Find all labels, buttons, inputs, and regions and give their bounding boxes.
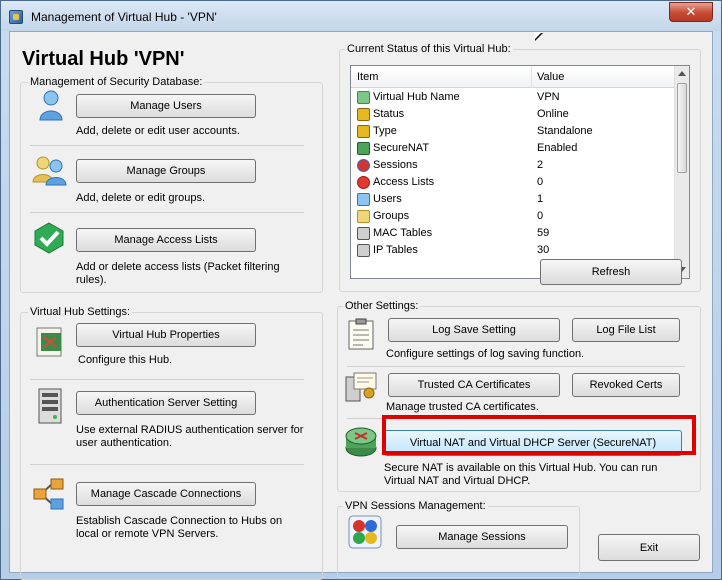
row-item: Type: [373, 125, 397, 137]
mac-tables-icon: [357, 227, 370, 240]
revoked-certs-button[interactable]: Revoked Certs: [572, 373, 680, 397]
status-icon: [357, 108, 370, 121]
separator: [30, 379, 304, 380]
manage-users-button[interactable]: Manage Users: [76, 94, 256, 118]
row-item: IP Tables: [373, 244, 418, 256]
authentication-server-desc: Use external RADIUS authentication serve…: [76, 424, 304, 449]
app-icon: [9, 10, 23, 24]
table-row[interactable]: Sessions 2: [351, 157, 676, 174]
main-window: Management of Virtual Hub - 'VPN' ✕ Virt…: [0, 0, 722, 580]
title-bar[interactable]: Management of Virtual Hub - 'VPN' ✕: [1, 1, 721, 31]
table-row[interactable]: Users 1: [351, 191, 676, 208]
status-list[interactable]: Item Value Virtual Hub Name VPN Status Onli…: [350, 65, 690, 279]
row-item: Groups: [373, 210, 410, 222]
manage-sessions-button[interactable]: Manage Sessions: [396, 525, 568, 549]
page-title: Virtual Hub 'VPN': [22, 48, 185, 70]
table-row[interactable]: Status Online: [351, 106, 676, 123]
exit-button[interactable]: Exit: [598, 534, 700, 561]
manage-cascade-connections-button[interactable]: Manage Cascade Connections: [76, 482, 256, 506]
groups-icon: [32, 156, 67, 186]
virtual-hub-properties-desc: Configure this Hub.: [78, 354, 173, 366]
list-scrollbar[interactable]: [674, 66, 689, 278]
sessions-icon: [357, 159, 370, 172]
table-row[interactable]: Groups 0: [351, 208, 676, 225]
scroll-up-icon[interactable]: [678, 71, 686, 76]
refresh-button[interactable]: Refresh: [540, 259, 682, 285]
client-area: Virtual Hub 'VPN' Management of Security…: [9, 31, 713, 580]
row-item: SecureNAT: [373, 142, 430, 154]
other-settings-label: Other Settings:: [343, 300, 421, 312]
separator: [30, 145, 304, 146]
row-value: 0: [537, 210, 544, 222]
table-row[interactable]: Virtual Hub Name VPN: [351, 89, 676, 106]
ca-desc: Manage trusted CA certificates.: [386, 401, 539, 413]
row-value: 2: [537, 159, 544, 171]
user-icon: [39, 90, 63, 121]
checkmark-icon: [34, 222, 64, 254]
column-header-item[interactable]: Item: [357, 71, 378, 83]
trusted-ca-certificates-button[interactable]: Trusted CA Certificates: [388, 373, 560, 397]
securenat-desc: Secure NAT is available on this Virtual …: [384, 462, 658, 487]
manage-groups-desc: Add, delete or edit groups.: [76, 192, 206, 204]
row-item: Access Lists: [373, 176, 435, 188]
current-status-label: Current Status of this Virtual Hub:: [345, 43, 513, 55]
row-value: Standalone: [537, 125, 593, 137]
scroll-thumb[interactable]: [677, 83, 687, 173]
log-desc: Configure settings of log saving functio…: [386, 348, 585, 360]
type-icon: [357, 125, 370, 138]
security-database-label: Management of Security Database:: [28, 76, 205, 88]
manage-access-lists-button[interactable]: Manage Access Lists: [76, 228, 256, 252]
separator: [347, 366, 685, 367]
manage-groups-button[interactable]: Manage Groups: [76, 159, 256, 183]
highlight-box: [382, 415, 696, 455]
mouse-cursor-icon: [534, 32, 542, 40]
row-value: VPN: [537, 91, 560, 103]
row-item: Status: [373, 108, 405, 120]
table-row[interactable]: SecureNAT Enabled: [351, 140, 676, 157]
row-item: MAC Tables: [373, 227, 433, 239]
table-row[interactable]: MAC Tables 59: [351, 225, 676, 242]
ip-tables-icon: [357, 244, 370, 257]
row-value: Online: [537, 108, 569, 120]
log-file-list-button[interactable]: Log File List: [572, 318, 680, 342]
separator: [30, 464, 304, 465]
server-icon: [38, 388, 62, 424]
groups-icon: [357, 210, 370, 223]
table-row[interactable]: Access Lists 0: [351, 174, 676, 191]
close-button[interactable]: ✕: [669, 2, 713, 22]
list-header: Item Value: [351, 66, 676, 88]
row-item: Sessions: [373, 159, 418, 171]
table-row[interactable]: IP Tables 30: [351, 242, 676, 259]
window-title: Management of Virtual Hub - 'VPN': [31, 10, 217, 24]
row-item: Virtual Hub Name: [373, 91, 460, 103]
row-value: 0: [537, 176, 544, 188]
virtual-hub-properties-button[interactable]: Virtual Hub Properties: [76, 323, 256, 347]
hub-properties-icon: [36, 327, 62, 357]
separator: [30, 212, 304, 213]
cascade-desc: Establish Cascade Connection to Hubs on …: [76, 515, 283, 540]
table-row[interactable]: Type Standalone: [351, 123, 676, 140]
column-header-value[interactable]: Value: [537, 71, 564, 83]
hub-settings-label: Virtual Hub Settings:: [28, 306, 133, 318]
hub-icon: [357, 91, 370, 104]
manage-users-desc: Add, delete or edit user accounts.: [76, 125, 240, 137]
sessions-icon: [348, 515, 382, 549]
router-icon: [345, 427, 377, 457]
cascade-icon: [33, 478, 64, 510]
access-lists-icon: [357, 176, 370, 189]
vpn-sessions-label: VPN Sessions Management:: [343, 500, 488, 512]
log-clipboard-icon: [348, 318, 374, 350]
authentication-server-setting-button[interactable]: Authentication Server Setting: [76, 391, 256, 415]
row-value: 59: [537, 227, 550, 239]
manage-access-lists-desc: Add or delete access lists (Packet filte…: [76, 261, 280, 286]
row-value: 30: [537, 244, 550, 256]
log-save-setting-button[interactable]: Log Save Setting: [388, 318, 560, 342]
securenat-icon: [357, 142, 370, 155]
certificate-icon: [345, 372, 377, 402]
user-icon: [357, 193, 370, 206]
row-value: Enabled: [537, 142, 578, 154]
row-value: 1: [537, 193, 544, 205]
row-item: Users: [373, 193, 402, 205]
